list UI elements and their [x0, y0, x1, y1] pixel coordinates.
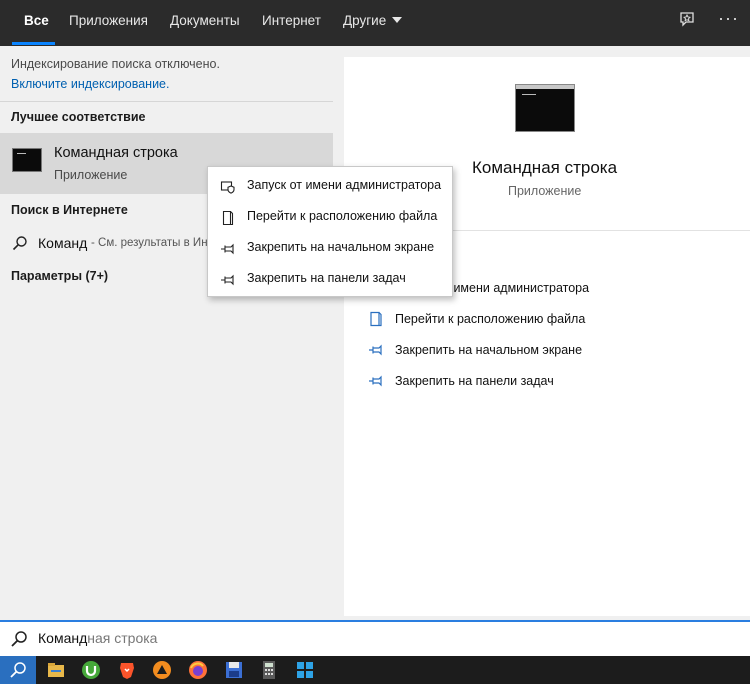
indexing-notice: Индексирование поиска отключено.	[11, 57, 220, 71]
pin-icon	[221, 274, 234, 286]
results-panel	[0, 46, 333, 616]
search-icon	[12, 236, 27, 251]
enable-indexing-link[interactable]: Включите индексирование.	[11, 77, 169, 91]
command-prompt-icon	[12, 148, 42, 172]
web-search-query: Команд	[38, 235, 88, 251]
shield-icon	[220, 181, 235, 194]
search-box[interactable]: Командная строка	[0, 620, 750, 656]
preview-action-pin-start[interactable]: Закрепить на начальном экране	[360, 337, 690, 363]
tab-all[interactable]: Все	[24, 0, 49, 46]
settings-header[interactable]: Параметры (7+)	[11, 269, 108, 283]
preview-action-label: Перейти к расположению файла	[395, 312, 586, 326]
search-autocomplete: ная строка	[87, 630, 158, 646]
preview-title: Командная строка	[472, 158, 618, 177]
aimp-icon[interactable]	[152, 660, 172, 680]
preview-action-label: Закрепить на панели задач	[395, 374, 554, 388]
feedback-icon[interactable]	[678, 11, 696, 34]
tab-internet[interactable]: Интернет	[262, 0, 321, 46]
preview-action-label: Закрепить на начальном экране	[395, 343, 583, 357]
tab-other[interactable]: Другие	[343, 0, 403, 46]
search-input[interactable]: Командная строка	[38, 630, 157, 646]
pin-icon	[369, 344, 382, 356]
context-menu: Запуск от имени администратора Перейти к…	[207, 166, 453, 297]
divider	[0, 101, 333, 102]
brave-icon[interactable]	[117, 660, 137, 680]
best-match-subtitle: Приложение	[54, 168, 128, 182]
more-options-icon[interactable]: ···	[718, 8, 739, 29]
search-icon	[10, 662, 26, 678]
menu-item-pin-taskbar[interactable]: Закрепить на панели задач	[208, 264, 452, 295]
pin-icon	[369, 375, 382, 387]
command-prompt-large-icon	[515, 84, 575, 132]
web-search-result[interactable]: Команд - См. результаты в Инте	[12, 233, 219, 255]
search-icon	[11, 631, 27, 647]
tab-other-label: Другие	[343, 13, 387, 28]
search-filter-bar: Все Приложения Документы Интернет Другие…	[0, 0, 750, 46]
web-search-hint: - См. результаты в Инте	[91, 237, 220, 249]
tab-apps[interactable]: Приложения	[69, 0, 148, 46]
taskbar	[0, 656, 750, 684]
chevron-down-icon	[392, 17, 403, 23]
floppy-icon[interactable]	[224, 660, 244, 680]
grid-app-icon[interactable]	[295, 660, 315, 680]
best-match-title: Командная строка	[54, 145, 178, 161]
preview-action-open-location[interactable]: Перейти к расположению файла	[360, 306, 690, 332]
preview-subtitle: Приложение	[508, 184, 582, 198]
best-match-header: Лучшее соответствие	[11, 110, 146, 124]
search-typed-text: Команд	[38, 630, 88, 646]
preview-action-pin-taskbar[interactable]: Закрепить на панели задач	[360, 368, 690, 394]
menu-item-label: Перейти к расположению файла	[247, 209, 438, 223]
web-search-header: Поиск в Интернете	[11, 203, 128, 217]
menu-item-run-as-admin[interactable]: Запуск от имени администратора	[208, 171, 452, 202]
tab-documents[interactable]: Документы	[170, 0, 240, 46]
pin-icon	[221, 243, 234, 255]
file-location-icon	[370, 311, 382, 327]
file-location-icon	[222, 210, 234, 226]
menu-item-open-location[interactable]: Перейти к расположению файла	[208, 202, 452, 233]
firefox-icon[interactable]	[188, 660, 208, 680]
active-tab-indicator	[12, 42, 55, 45]
file-explorer-icon[interactable]	[46, 660, 66, 680]
menu-item-label: Закрепить на начальном экране	[247, 240, 435, 254]
search-button[interactable]	[0, 656, 36, 684]
utorrent-icon[interactable]	[81, 660, 101, 680]
calculator-icon[interactable]	[259, 660, 279, 680]
menu-item-label: Запуск от имени администратора	[247, 178, 442, 192]
menu-item-pin-start[interactable]: Закрепить на начальном экране	[208, 233, 452, 264]
menu-item-label: Закрепить на панели задач	[247, 271, 406, 285]
